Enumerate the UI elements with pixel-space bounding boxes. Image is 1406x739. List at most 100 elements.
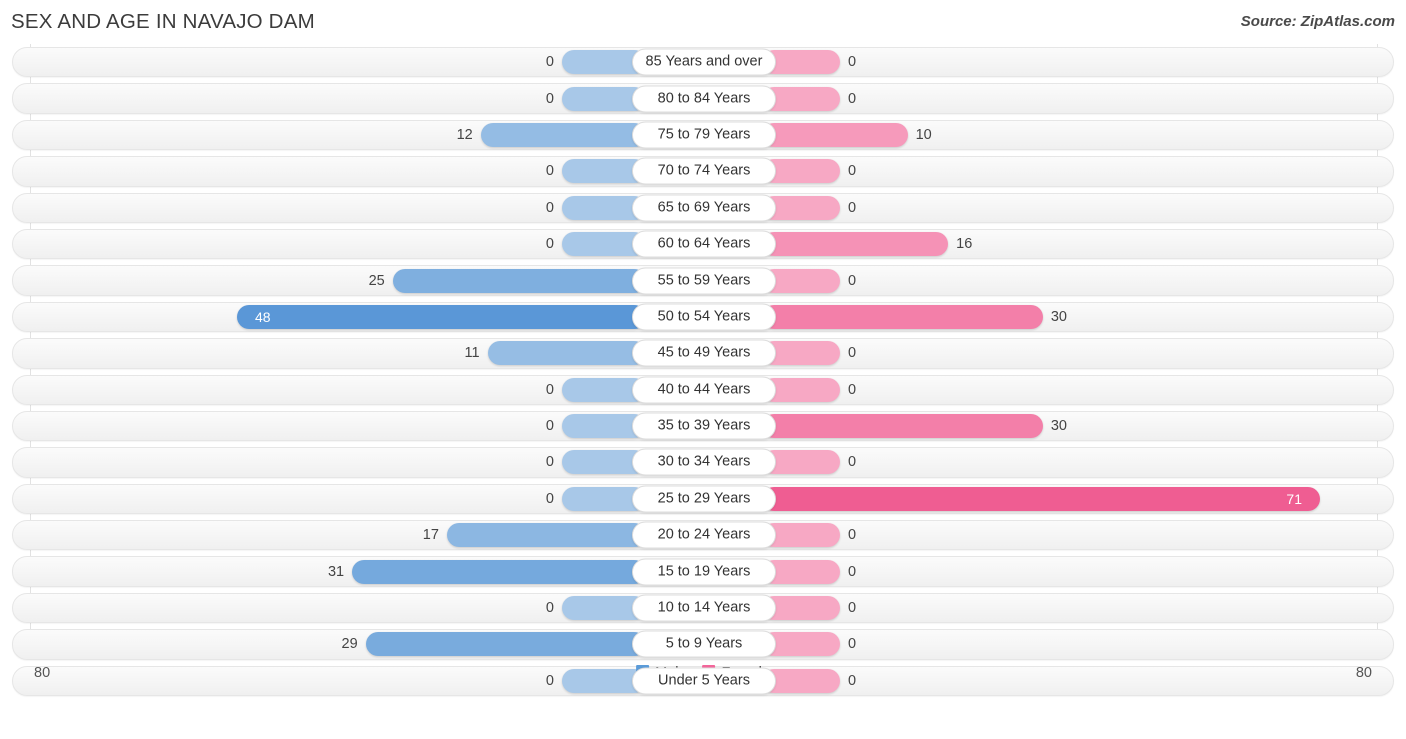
age-group-label: 60 to 64 Years: [632, 230, 776, 258]
table-row: 0 16 60 to 64 Years: [0, 226, 1406, 262]
source-attribution: Source: ZipAtlas.com: [1240, 13, 1395, 30]
table-row: 0 0 85 Years and over: [0, 44, 1406, 80]
age-group-label: 85 Years and over: [632, 48, 776, 76]
row-bars: 11 0 45 to 49 Years: [0, 335, 1406, 371]
row-bars: 0 16 60 to 64 Years: [0, 226, 1406, 262]
male-bar[interactable]: [352, 559, 646, 584]
age-group-label: 70 to 74 Years: [632, 157, 776, 185]
table-row: 11 0 45 to 49 Years: [0, 335, 1406, 371]
female-value-label: 0: [848, 54, 857, 71]
female-value-label: 0: [848, 163, 857, 180]
row-bars: 0 71 25 to 29 Years: [0, 481, 1406, 517]
female-value-label: 0: [848, 527, 857, 544]
table-row: 31 0 15 to 19 Years: [0, 553, 1406, 589]
table-row: 0 0 40 to 44 Years: [0, 372, 1406, 408]
female-value-label: 0: [848, 345, 857, 362]
table-row: 12 10 75 to 79 Years: [0, 117, 1406, 153]
age-group-label: 55 to 59 Years: [632, 267, 776, 295]
male-value-label: 0: [545, 600, 554, 617]
male-value-label: 25: [368, 272, 385, 289]
male-value-label: 17: [422, 527, 439, 544]
female-value-label: 0: [848, 563, 857, 580]
female-bar[interactable]: [762, 122, 908, 147]
row-bars: 0 0 30 to 34 Years: [0, 444, 1406, 480]
row-bars: 0 0 10 to 14 Years: [0, 590, 1406, 626]
female-value-label: 0: [848, 454, 857, 471]
male-bar[interactable]: [237, 304, 646, 329]
row-bars: 0 0 65 to 69 Years: [0, 190, 1406, 226]
female-value-label: 71: [1286, 490, 1302, 507]
female-bar[interactable]: [762, 414, 1043, 439]
male-value-label: 11: [464, 345, 480, 362]
row-bars: 0 30 35 to 39 Years: [0, 408, 1406, 444]
age-group-label: Under 5 Years: [632, 667, 776, 695]
female-value-label: 0: [848, 381, 857, 398]
age-group-label: 65 to 69 Years: [632, 194, 776, 222]
male-value-label: 0: [545, 418, 554, 435]
row-bars: 0 0 80 to 84 Years: [0, 80, 1406, 116]
table-row: 48 30 50 to 54 Years: [0, 299, 1406, 335]
row-bars: 31 0 15 to 19 Years: [0, 553, 1406, 589]
female-bar[interactable]: [762, 304, 1043, 329]
axis-label-left: 80: [34, 665, 51, 681]
row-bars: 17 0 20 to 24 Years: [0, 517, 1406, 553]
male-value-label: 0: [545, 90, 554, 107]
chart-header: SEX AND AGE IN NAVAJO DAM Source: ZipAtl…: [0, 0, 1406, 44]
row-bars: 48 30 50 to 54 Years: [0, 299, 1406, 335]
age-group-label: 30 to 34 Years: [632, 448, 776, 476]
table-row: 0 0 65 to 69 Years: [0, 190, 1406, 226]
female-value-label: 30: [1050, 418, 1067, 435]
male-bar[interactable]: [487, 341, 646, 366]
female-value-label: 0: [848, 199, 857, 216]
age-group-label: 50 to 54 Years: [632, 303, 776, 331]
table-row: 0 71 25 to 29 Years: [0, 481, 1406, 517]
age-group-label: 5 to 9 Years: [632, 630, 776, 658]
male-bar[interactable]: [446, 523, 646, 548]
male-value-label: 0: [545, 163, 554, 180]
female-value-label: 0: [848, 636, 857, 653]
male-value-label: 0: [545, 199, 554, 216]
table-row: 0 0 70 to 74 Years: [0, 153, 1406, 189]
table-row: 0 0 30 to 34 Years: [0, 444, 1406, 480]
female-bar[interactable]: [762, 232, 949, 257]
age-group-label: 25 to 29 Years: [632, 485, 776, 513]
male-value-label: 0: [545, 490, 554, 507]
axis-label-right: 80: [1355, 665, 1372, 681]
male-value-label: 12: [456, 126, 473, 143]
table-row: 0 30 35 to 39 Years: [0, 408, 1406, 444]
age-group-label: 20 to 24 Years: [632, 521, 776, 549]
female-value-label: 0: [848, 272, 857, 289]
female-bar[interactable]: [762, 486, 1320, 511]
male-value-label: 31: [327, 563, 345, 580]
male-bar[interactable]: [480, 122, 646, 147]
row-bars: 12 10 75 to 79 Years: [0, 117, 1406, 153]
table-row: 0 0 10 to 14 Years: [0, 590, 1406, 626]
male-value-label: 0: [545, 454, 554, 471]
female-value-label: 16: [956, 236, 973, 253]
age-group-rows: 0 0 85 Years and over 0 0 80 to 84 Years 12 10 7…: [0, 44, 1406, 699]
age-group-label: 35 to 39 Years: [632, 412, 776, 440]
table-row: 0 0 80 to 84 Years: [0, 80, 1406, 116]
male-bar[interactable]: [392, 268, 646, 293]
row-bars: 0 0 40 to 44 Years: [0, 372, 1406, 408]
table-row: 17 0 20 to 24 Years: [0, 517, 1406, 553]
male-value-label: 0: [545, 381, 554, 398]
male-value-label: 48: [255, 308, 271, 325]
female-value-label: 0: [848, 90, 857, 107]
age-group-label: 75 to 79 Years: [632, 121, 776, 149]
male-value-label: 0: [545, 236, 554, 253]
row-bars: 25 0 55 to 59 Years: [0, 262, 1406, 298]
female-value-label: 0: [848, 600, 857, 617]
population-pyramid-plot: 0 0 85 Years and over 0 0 80 to 84 Years 12 10 7…: [0, 44, 1406, 699]
age-group-label: 80 to 84 Years: [632, 85, 776, 113]
male-value-label: 0: [545, 54, 554, 71]
page-title: SEX AND AGE IN NAVAJO DAM: [11, 10, 315, 33]
age-group-label: 15 to 19 Years: [632, 558, 776, 586]
table-row: 25 0 55 to 59 Years: [0, 262, 1406, 298]
age-group-label: 45 to 49 Years: [632, 339, 776, 367]
row-bars: 0 0 85 Years and over: [0, 44, 1406, 80]
male-value-label: 29: [341, 636, 358, 653]
female-value-label: 30: [1050, 308, 1067, 325]
female-value-label: 10: [915, 126, 932, 143]
chart-page: SEX AND AGE IN NAVAJO DAM Source: ZipAtl…: [0, 0, 1406, 739]
